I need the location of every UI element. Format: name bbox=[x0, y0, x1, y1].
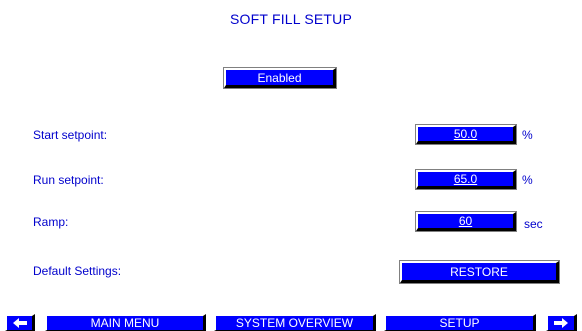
arrow-right-icon bbox=[554, 318, 568, 328]
run-setpoint-input[interactable]: 65.0 bbox=[415, 169, 517, 190]
ramp-input[interactable]: 60 bbox=[415, 211, 517, 232]
start-setpoint-value: 50.0 bbox=[453, 127, 478, 141]
start-setpoint-label: Start setpoint: bbox=[33, 128, 108, 142]
prev-screen-button[interactable] bbox=[5, 314, 35, 331]
run-setpoint-unit: % bbox=[522, 173, 533, 187]
run-setpoint-value: 65.0 bbox=[453, 172, 478, 186]
ramp-value: 60 bbox=[458, 214, 473, 228]
setup-button[interactable]: SETUP bbox=[384, 314, 536, 331]
default-settings-label: Default Settings: bbox=[33, 264, 122, 278]
next-screen-button[interactable] bbox=[546, 314, 577, 331]
ramp-unit: sec bbox=[524, 217, 543, 231]
ramp-label: Ramp: bbox=[33, 215, 69, 229]
system-overview-button[interactable]: SYSTEM OVERVIEW bbox=[214, 314, 376, 331]
setup-label: SETUP bbox=[439, 316, 480, 330]
start-setpoint-input[interactable]: 50.0 bbox=[415, 124, 517, 145]
restore-button[interactable]: RESTORE bbox=[399, 260, 560, 284]
main-menu-label: MAIN MENU bbox=[90, 316, 160, 330]
main-menu-button[interactable]: MAIN MENU bbox=[45, 314, 206, 331]
arrow-left-icon bbox=[12, 318, 27, 328]
system-overview-label: SYSTEM OVERVIEW bbox=[235, 316, 354, 330]
enabled-toggle-label: Enabled bbox=[257, 70, 302, 85]
page-title: SOFT FILL SETUP bbox=[229, 11, 353, 27]
restore-button-label: RESTORE bbox=[450, 264, 508, 279]
start-setpoint-unit: % bbox=[522, 128, 533, 142]
run-setpoint-label: Run setpoint: bbox=[33, 173, 104, 187]
enabled-toggle-button[interactable]: Enabled bbox=[223, 67, 337, 89]
